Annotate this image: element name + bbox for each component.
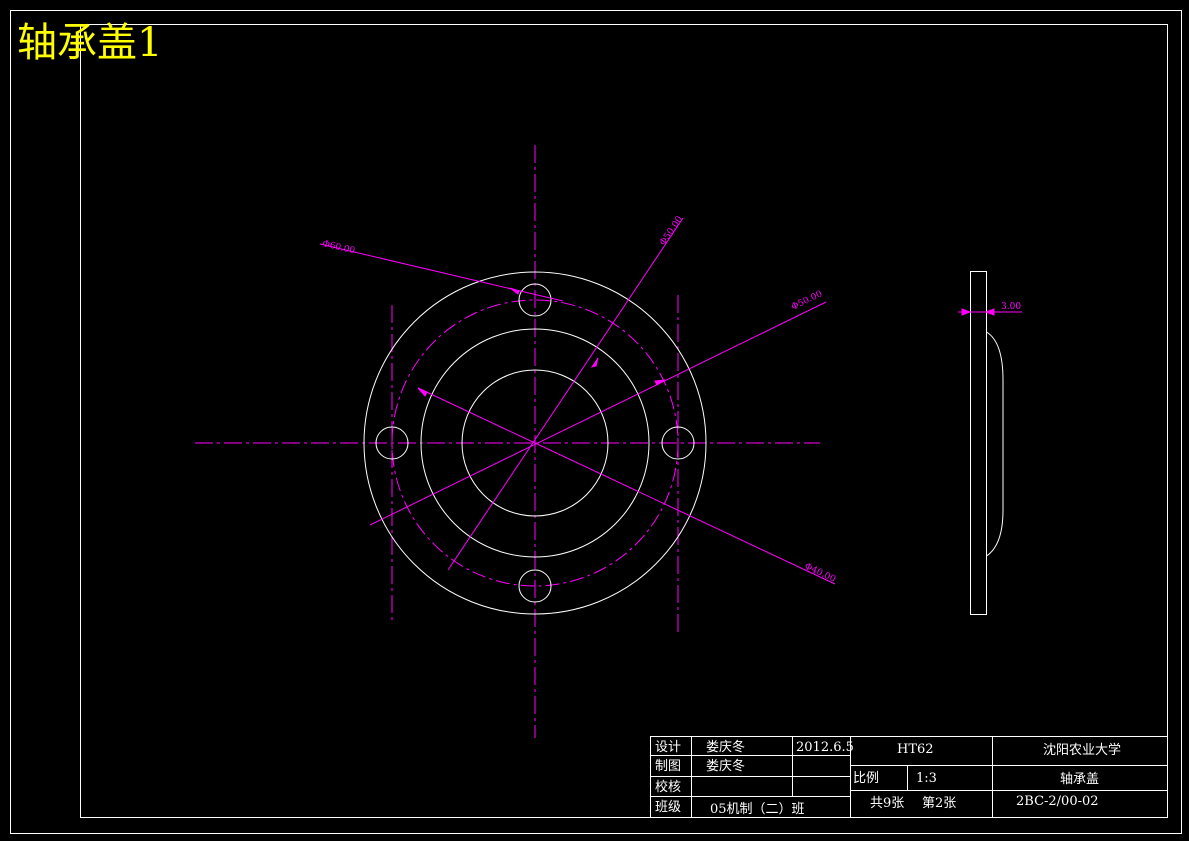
- value-part-name: 轴承盖: [1060, 772, 1099, 787]
- dim-text-top-hole: Φ60.00: [321, 239, 356, 256]
- thickness-dim-text: 3.00: [1001, 302, 1021, 312]
- dim-line-d60: [447, 217, 684, 571]
- label-drawing: 制图: [655, 759, 681, 774]
- value-sheet-no: 第2张: [922, 796, 956, 811]
- value-drawing-code: 2BC-2/00-02: [1016, 794, 1099, 809]
- label-scale: 比例: [853, 771, 879, 786]
- value-school: 沈阳农业大学: [1043, 742, 1121, 758]
- dim-text-d40: Φ40.00: [803, 562, 838, 585]
- label-class: 班级: [655, 800, 681, 815]
- value-total-sheets: 共9张: [870, 796, 904, 811]
- drawing-title: 轴承盖1: [17, 20, 162, 66]
- side-view: 3.00: [958, 271, 1022, 615]
- value-material: HT62: [897, 742, 934, 757]
- side-boss: [986, 331, 1004, 557]
- outer-frame: [10, 10, 1182, 834]
- center-lines: [195, 145, 820, 738]
- drawing-canvas: 轴承盖1 Φ60.00 Φ50.00 Φ50.00 Φ40.00 3.00 设计…: [10, 10, 1182, 834]
- label-design: 设计: [655, 740, 681, 755]
- value-class-name: 05机制（二）班: [710, 802, 805, 817]
- dimension-lines: [319, 217, 836, 585]
- side-plate: [970, 271, 987, 615]
- thickness-arrow-left: [961, 308, 972, 316]
- dim-line-d40: [417, 387, 836, 585]
- inner-frame: [80, 24, 1168, 818]
- value-drawing-name: 娄庆冬: [706, 758, 745, 774]
- thickness-arrow-right: [984, 308, 995, 316]
- dim-text-d60: Φ50.00: [658, 214, 685, 247]
- arrow-top-hole: [509, 287, 520, 295]
- arrow-d40-a: [417, 387, 428, 397]
- label-check: 校核: [655, 779, 681, 795]
- value-date: 2012.6.5: [796, 740, 854, 755]
- title-block-texts: 设计 娄庆冬 2012.6.5 HT62 沈阳农业大学 制图 娄庆冬 比例 1:…: [655, 739, 1121, 817]
- dim-text-d50: Φ50.00: [790, 289, 824, 313]
- dim-line-d50: [369, 301, 827, 526]
- front-view: Φ60.00 Φ50.00 Φ50.00 Φ40.00: [195, 145, 837, 738]
- arrow-d60-a: [590, 357, 599, 368]
- value-design-name: 娄庆冬: [706, 739, 745, 755]
- arrow-d50-a: [654, 379, 666, 386]
- value-scale: 1:3: [916, 771, 937, 786]
